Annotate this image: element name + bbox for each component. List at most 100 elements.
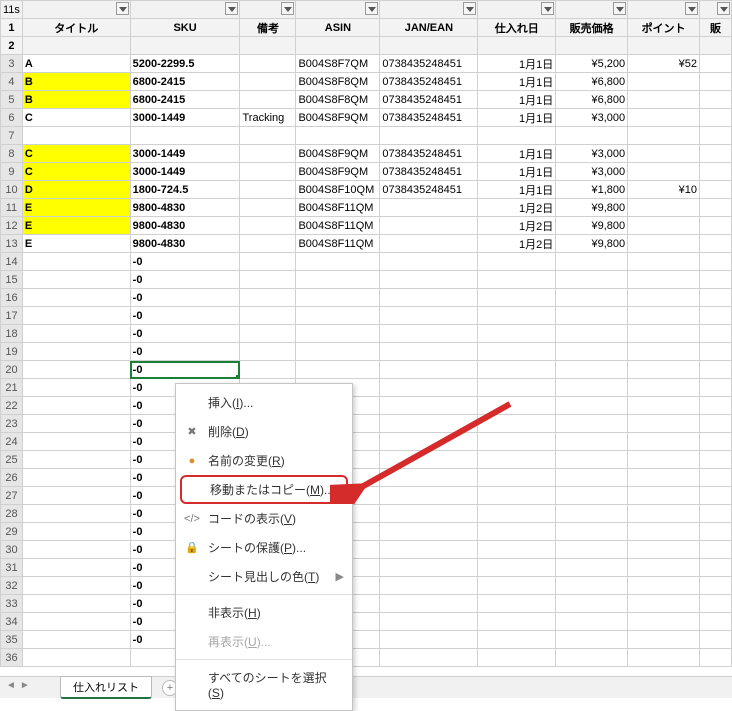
cell[interactable]: ¥9,800 <box>556 235 628 253</box>
cell[interactable]: 1月2日 <box>478 217 556 235</box>
cell[interactable] <box>700 343 732 361</box>
table-row[interactable]: 16-0 <box>1 289 732 307</box>
cell[interactable] <box>22 541 130 559</box>
cell[interactable] <box>380 361 478 379</box>
cell[interactable] <box>556 271 628 289</box>
cell[interactable] <box>700 361 732 379</box>
cell[interactable]: 0738435248451 <box>380 55 478 73</box>
cell[interactable] <box>628 163 700 181</box>
row-header[interactable]: 28 <box>1 505 23 523</box>
cell[interactable] <box>628 559 700 577</box>
row-header[interactable]: 9 <box>1 163 23 181</box>
cell[interactable] <box>700 91 732 109</box>
cell[interactable] <box>700 289 732 307</box>
cell[interactable]: -0 <box>130 343 240 361</box>
cell[interactable] <box>628 649 700 667</box>
table-row[interactable]: 35-0 <box>1 631 732 649</box>
cell[interactable] <box>628 235 700 253</box>
cell[interactable] <box>380 577 478 595</box>
cell[interactable] <box>22 289 130 307</box>
cell[interactable] <box>380 451 478 469</box>
cell[interactable] <box>478 649 556 667</box>
nav-next-icon[interactable]: ► <box>20 680 30 691</box>
table-row[interactable]: 19-0 <box>1 343 732 361</box>
cell[interactable] <box>700 631 732 649</box>
table-row[interactable]: 34-0 <box>1 613 732 631</box>
cell[interactable] <box>556 451 628 469</box>
cell[interactable] <box>556 541 628 559</box>
table-row[interactable]: 22-0 <box>1 397 732 415</box>
cell[interactable] <box>296 289 380 307</box>
header-date[interactable]: 仕入れ日 <box>478 19 556 37</box>
cell[interactable] <box>628 91 700 109</box>
menu-view-code[interactable]: </> コードの表示(V) <box>176 504 352 533</box>
cell[interactable] <box>628 217 700 235</box>
cell[interactable]: 1月1日 <box>478 163 556 181</box>
cell[interactable] <box>380 541 478 559</box>
cell[interactable] <box>380 325 478 343</box>
cell[interactable] <box>628 379 700 397</box>
cell[interactable] <box>700 649 732 667</box>
cell[interactable]: 1月2日 <box>478 199 556 217</box>
cell[interactable] <box>22 343 130 361</box>
cell[interactable] <box>240 199 296 217</box>
cell[interactable]: 6800-2415 <box>130 73 240 91</box>
cell[interactable]: -0 <box>130 271 240 289</box>
menu-tab-color[interactable]: シート見出しの色(T) ▶ <box>176 562 352 591</box>
cell[interactable] <box>556 559 628 577</box>
cell[interactable] <box>380 505 478 523</box>
cell[interactable] <box>22 505 130 523</box>
cell[interactable] <box>240 307 296 325</box>
filter-cell[interactable] <box>628 1 700 19</box>
row-header[interactable]: 29 <box>1 523 23 541</box>
row-header[interactable]: 35 <box>1 631 23 649</box>
table-row[interactable]: 30-0 <box>1 541 732 559</box>
cell[interactable] <box>478 631 556 649</box>
cell[interactable] <box>628 415 700 433</box>
cell[interactable] <box>22 559 130 577</box>
cell[interactable]: 1月1日 <box>478 145 556 163</box>
table-row[interactable]: 36 <box>1 649 732 667</box>
table-row[interactable]: 17-0 <box>1 307 732 325</box>
cell[interactable] <box>380 307 478 325</box>
header-title[interactable]: タイトル <box>22 19 130 37</box>
cell[interactable] <box>240 289 296 307</box>
cell[interactable] <box>700 577 732 595</box>
cell[interactable] <box>22 631 130 649</box>
cell[interactable]: ¥3,000 <box>556 163 628 181</box>
filter-cell[interactable] <box>22 1 130 19</box>
cell[interactable] <box>22 595 130 613</box>
cell[interactable] <box>478 307 556 325</box>
cell[interactable]: B004S8F9QM <box>296 109 380 127</box>
cell[interactable] <box>130 127 240 145</box>
cell[interactable]: 1月1日 <box>478 73 556 91</box>
cell[interactable] <box>628 271 700 289</box>
cell[interactable] <box>240 271 296 289</box>
cell[interactable] <box>700 307 732 325</box>
table-row[interactable]: 31-0 <box>1 559 732 577</box>
row-header[interactable]: 10 <box>1 181 23 199</box>
cell[interactable] <box>478 379 556 397</box>
cell[interactable]: ¥3,000 <box>556 145 628 163</box>
name-box[interactable]: 11s <box>1 1 23 19</box>
cell[interactable] <box>556 613 628 631</box>
row-header[interactable]: 14 <box>1 253 23 271</box>
row-header[interactable]: 15 <box>1 271 23 289</box>
cell[interactable] <box>478 361 556 379</box>
row-header[interactable]: 21 <box>1 379 23 397</box>
sheet-nav-arrows[interactable]: ◄ ► <box>6 680 30 691</box>
cell[interactable] <box>628 253 700 271</box>
table-row[interactable]: 25-0 <box>1 451 732 469</box>
cell[interactable] <box>478 487 556 505</box>
row-header[interactable]: 30 <box>1 541 23 559</box>
cell[interactable] <box>296 253 380 271</box>
cell[interactable]: C <box>22 109 130 127</box>
cell[interactable] <box>296 343 380 361</box>
cell[interactable] <box>700 505 732 523</box>
cell[interactable] <box>380 253 478 271</box>
cell[interactable] <box>628 325 700 343</box>
cell[interactable] <box>380 649 478 667</box>
cell[interactable] <box>380 289 478 307</box>
cell[interactable] <box>556 127 628 145</box>
cell[interactable] <box>296 271 380 289</box>
